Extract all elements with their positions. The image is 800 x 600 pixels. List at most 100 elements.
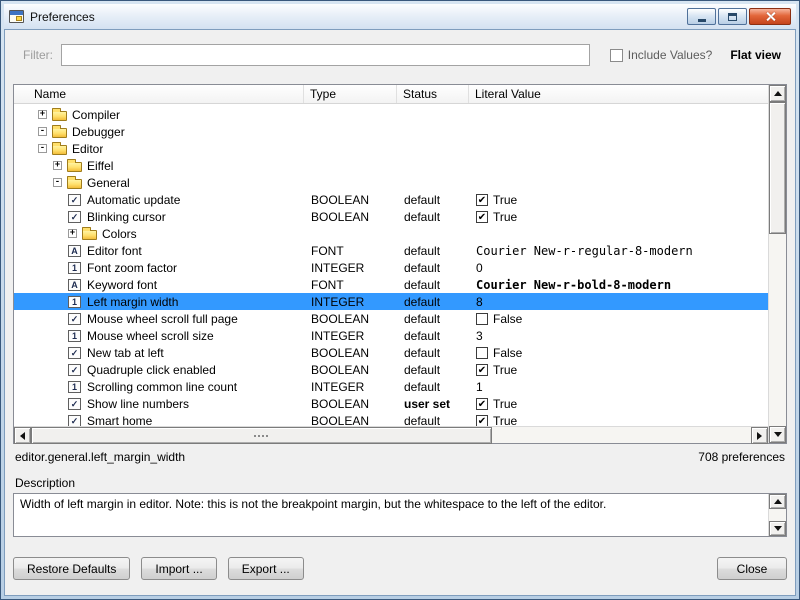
type-cell: BOOLEAN	[304, 312, 397, 326]
scroll-up-button[interactable]	[769, 85, 786, 102]
column-header-type[interactable]: Type	[304, 85, 397, 103]
name-cell: ✓Show line numbers	[14, 397, 304, 411]
status-cell: default	[397, 210, 469, 224]
horizontal-scrollbar[interactable]	[14, 426, 768, 443]
folder-icon	[67, 179, 82, 189]
close-icon	[765, 11, 776, 22]
filter-bar: Filter: Include Values? Flat view	[13, 44, 787, 66]
status-cell: default	[397, 346, 469, 360]
flat-view-button[interactable]: Flat view	[730, 48, 781, 62]
tree-pref-row[interactable]: ✓Smart homeBOOLEANdefault✔True	[14, 412, 768, 426]
scroll-right-button[interactable]	[751, 427, 768, 444]
name-cell: 1Left margin width	[14, 295, 304, 309]
tree-pref-row[interactable]: ✓Mouse wheel scroll full pageBOOLEANdefa…	[14, 310, 768, 327]
type-cell: INTEGER	[304, 380, 397, 394]
name-cell: AKeyword font	[14, 278, 304, 292]
status-cell: default	[397, 414, 469, 427]
value-checkbox[interactable]	[476, 313, 488, 325]
value-cell: ✔True	[469, 210, 768, 224]
value-label: True	[493, 193, 517, 207]
restore-defaults-button[interactable]: Restore Defaults	[13, 557, 130, 580]
dialog-body: Filter: Include Values? Flat view Name T…	[4, 29, 796, 596]
vertical-scrollbar[interactable]	[768, 85, 786, 443]
name-cell: -Debugger	[14, 125, 304, 139]
minimize-button[interactable]	[687, 8, 716, 25]
value-checkbox[interactable]: ✔	[476, 194, 488, 206]
column-header-literal-value[interactable]: Literal Value	[469, 85, 768, 103]
description-scroll-track[interactable]	[769, 509, 786, 521]
tree-pref-row[interactable]: ✓Show line numbersBOOLEANuser set✔True	[14, 395, 768, 412]
preferences-window: Preferences Filter: Include Values? Flat…	[0, 0, 800, 600]
footer-buttons: Restore Defaults Import ... Export ... C…	[13, 557, 787, 580]
item-label: Mouse wheel scroll size	[87, 329, 214, 343]
column-header-status[interactable]: Status	[397, 85, 469, 103]
export-button[interactable]: Export ...	[228, 557, 304, 580]
tree-folder-row[interactable]: +Colors	[14, 225, 768, 242]
titlebar[interactable]: Preferences	[4, 4, 796, 29]
tree-pref-row[interactable]: ✓Quadruple click enabledBOOLEANdefault✔T…	[14, 361, 768, 378]
tree-pref-row[interactable]: 1Mouse wheel scroll sizeINTEGERdefault3	[14, 327, 768, 344]
item-label: Editor	[72, 142, 103, 156]
maximize-button[interactable]	[718, 8, 747, 25]
description-scroll-up-button[interactable]	[769, 494, 786, 509]
close-button[interactable]	[749, 8, 791, 25]
description-scroll-down-button[interactable]	[769, 521, 786, 536]
collapse-expander-icon[interactable]: -	[38, 127, 47, 136]
description-scrollbar[interactable]	[768, 494, 786, 536]
tree-folder-row[interactable]: -Debugger	[14, 123, 768, 140]
item-label: Smart home	[87, 414, 152, 427]
scroll-left-button[interactable]	[14, 427, 31, 444]
item-label: Compiler	[72, 108, 120, 122]
filter-input[interactable]	[61, 44, 590, 66]
include-values-checkbox[interactable]	[610, 49, 623, 62]
tree-pref-row[interactable]: 1Scrolling common line countINTEGERdefau…	[14, 378, 768, 395]
expand-expander-icon[interactable]: +	[38, 110, 47, 119]
tree-pref-row[interactable]: AEditor fontFONTdefaultCourier New-r-reg…	[14, 242, 768, 259]
integer-icon: 1	[68, 330, 81, 342]
horizontal-scroll-thumb[interactable]	[31, 427, 492, 444]
scroll-thumb-grip	[254, 435, 268, 437]
value-text: 1	[476, 380, 483, 394]
boolean-icon: ✓	[68, 347, 81, 359]
tree-pref-row[interactable]: AKeyword fontFONTdefaultCourier New-r-bo…	[14, 276, 768, 293]
tree-folder-row[interactable]: - Editor	[14, 140, 768, 157]
vertical-scroll-track[interactable]	[769, 102, 786, 426]
tree-folder-row[interactable]: -General	[14, 174, 768, 191]
value-checkbox[interactable]: ✔	[476, 211, 488, 223]
value-checkbox[interactable]: ✔	[476, 415, 488, 427]
type-cell: BOOLEAN	[304, 363, 397, 377]
tree-pref-row[interactable]: ✓Blinking cursorBOOLEANdefault✔True	[14, 208, 768, 225]
close-dialog-button[interactable]: Close	[717, 557, 787, 580]
collapse-expander-icon[interactable]: -	[38, 144, 47, 153]
column-header-name[interactable]: Name	[14, 85, 304, 103]
import-button[interactable]: Import ...	[141, 557, 216, 580]
item-label: Keyword font	[87, 278, 157, 292]
tree-pref-row[interactable]: ✓New tab at leftBOOLEANdefaultFalse	[14, 344, 768, 361]
value-text: Courier New-r-regular-8-modern	[476, 244, 693, 258]
value-checkbox[interactable]: ✔	[476, 398, 488, 410]
type-cell: FONT	[304, 278, 397, 292]
tree-pref-row[interactable]: 1Font zoom factorINTEGERdefault0	[14, 259, 768, 276]
tree-folder-row[interactable]: +Eiffel	[14, 157, 768, 174]
status-cell: default	[397, 261, 469, 275]
item-label: Quadruple click enabled	[87, 363, 216, 377]
value-checkbox[interactable]	[476, 347, 488, 359]
type-cell: INTEGER	[304, 261, 397, 275]
collapse-expander-icon[interactable]: -	[53, 178, 62, 187]
boolean-icon: ✓	[68, 415, 81, 427]
folder-icon	[52, 145, 67, 155]
value-cell: ✔ True	[469, 193, 768, 207]
folder-icon	[52, 111, 67, 121]
selected-preference-path: editor.general.left_margin_width	[15, 450, 185, 464]
expand-expander-icon[interactable]: +	[53, 161, 62, 170]
tree-pref-row[interactable]: 1Left margin widthINTEGERdefault8	[14, 293, 768, 310]
value-cell: ✔True	[469, 363, 768, 377]
scroll-down-button[interactable]	[769, 426, 786, 443]
expand-expander-icon[interactable]: +	[68, 229, 77, 238]
horizontal-scroll-track[interactable]	[31, 427, 751, 443]
tree-pref-row[interactable]: ✓Automatic updateBOOLEANdefault✔True	[14, 191, 768, 208]
value-cell: False	[469, 346, 768, 360]
tree-folder-row[interactable]: + Compiler	[14, 106, 768, 123]
value-checkbox[interactable]: ✔	[476, 364, 488, 376]
vertical-scroll-thumb[interactable]	[769, 102, 786, 234]
